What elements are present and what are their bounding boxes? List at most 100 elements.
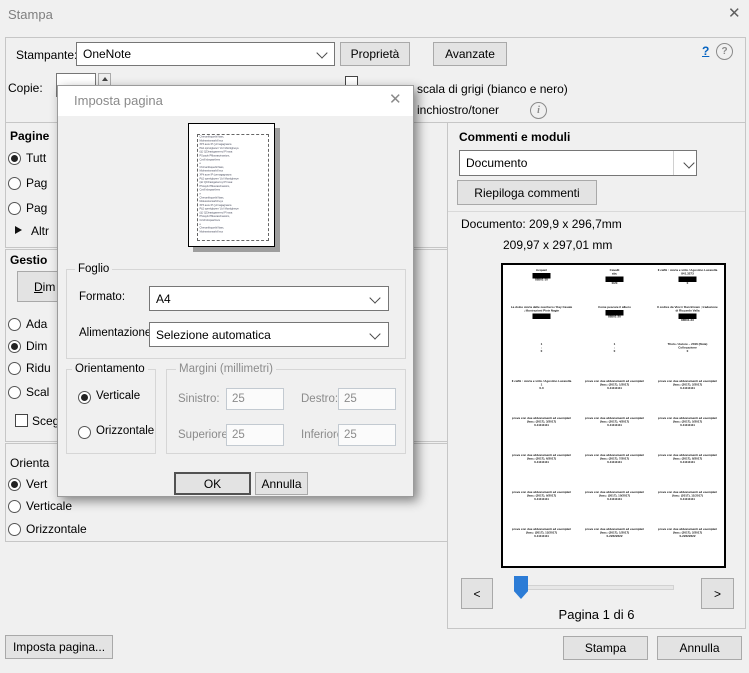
preview-cell: prova con due abbonamenti ed esemplari (… bbox=[505, 454, 578, 491]
close-icon[interactable]: ✕ bbox=[728, 6, 741, 21]
more-options-label: Altr bbox=[31, 224, 49, 238]
radio-shrink-label: Ridu bbox=[26, 361, 51, 375]
dialog-cancel-button[interactable]: Annulla bbox=[255, 472, 308, 495]
margin-left-label: Sinistro: bbox=[178, 393, 220, 405]
radio-portrait-label: Verticale bbox=[26, 499, 72, 513]
preview-cell: prova con due abbonamenti ed esemplari (… bbox=[578, 454, 651, 491]
expand-arrow-icon[interactable] bbox=[15, 226, 22, 234]
ok-button[interactable]: OK bbox=[174, 472, 251, 495]
dialog-radio-portrait[interactable] bbox=[78, 391, 91, 404]
format-label: Formato: bbox=[79, 291, 125, 303]
page-slider-track[interactable] bbox=[516, 585, 674, 590]
margins-group-label: Margini (millimetri) bbox=[176, 363, 276, 375]
page-setup-preview-text: Chrrsanfisquebil fiass,Moleswissrsarbil … bbox=[198, 135, 268, 234]
preview-cell: prova con due abbonamenti ed esemplari (… bbox=[505, 417, 578, 454]
radio-all-pages-label: Tutt bbox=[26, 151, 46, 165]
preview-cell: 1:0 bbox=[505, 343, 578, 380]
preview-cell: Il caffè : storia e virtù / Agostino Luc… bbox=[651, 269, 724, 306]
dialog-close-icon[interactable]: ✕ bbox=[389, 92, 402, 107]
info-icon[interactable]: i bbox=[530, 102, 547, 119]
printer-select-value: OneNote bbox=[83, 47, 131, 61]
ink-saver-label: inchiostro/toner bbox=[417, 103, 499, 117]
radio-current-page[interactable] bbox=[8, 177, 21, 190]
paper-source-select-value: Selezione automatica bbox=[156, 328, 271, 342]
next-page-button[interactable]: > bbox=[701, 578, 734, 609]
paper-source-label: Alimentazione: bbox=[79, 327, 154, 339]
panel-divider bbox=[448, 211, 745, 212]
comments-select-value: Documento bbox=[466, 156, 527, 170]
radio-actual-size-label: Dim bbox=[26, 339, 47, 353]
preview-panel: Commenti e moduli Documento Riepiloga co… bbox=[447, 122, 746, 629]
size-button-label-prefix: D bbox=[34, 280, 43, 294]
comments-header: Commenti e moduli bbox=[459, 130, 570, 144]
preview-cell: prova con due abbonamenti ed esemplari (… bbox=[651, 417, 724, 454]
radio-shrink[interactable] bbox=[8, 362, 21, 375]
help-link[interactable]: ? bbox=[702, 44, 709, 58]
dialog-orientation-group-label: Orientamento bbox=[72, 363, 148, 375]
printer-label: Stampante: bbox=[16, 48, 77, 62]
preview-cell: prova con due abbonamenti ed esemplari (… bbox=[505, 528, 578, 565]
dialog-orientation-group bbox=[66, 369, 156, 454]
preview-cell: Come pescare il albero88501-20 bbox=[578, 306, 651, 343]
preview-cell: prova con due abbonamenti ed esemplari (… bbox=[578, 491, 651, 528]
preview-cell: Il codice da Vinci / Dan Brown ; traduzi… bbox=[651, 306, 724, 343]
size-button[interactable]: Dim bbox=[17, 271, 57, 302]
preview-cell: prova con due abbonamenti ed esemplari (… bbox=[651, 380, 724, 417]
margin-top-label: Superiore: bbox=[178, 429, 231, 441]
dialog-radio-landscape-label: Orizzontale bbox=[96, 425, 154, 437]
document-size-label: Documento: 209,9 x 296,7mm bbox=[461, 217, 622, 231]
help-circle-icon[interactable]: ? bbox=[716, 43, 733, 60]
comments-select[interactable]: Documento bbox=[459, 150, 697, 176]
paper-source-select[interactable]: Selezione automatica bbox=[149, 322, 389, 347]
preview-cell: Il caffè : storia e virtù / Agostino Luc… bbox=[505, 380, 578, 417]
printer-select[interactable]: OneNote bbox=[76, 42, 335, 66]
dialog-radio-landscape[interactable] bbox=[78, 426, 91, 439]
preview-cell: 1:0 bbox=[578, 343, 651, 380]
radio-fit[interactable] bbox=[8, 318, 21, 331]
print-button[interactable]: Stampa bbox=[563, 636, 648, 660]
advanced-button[interactable]: Avanzate bbox=[433, 42, 507, 66]
summarize-comments-button[interactable]: Riepiloga commenti bbox=[457, 180, 597, 205]
page-preview: Acquari88501-10Cavalliabc0/20Il caffè : … bbox=[501, 263, 726, 568]
radio-custom-scale[interactable] bbox=[8, 386, 21, 399]
dialog-radio-portrait-label: Verticale bbox=[96, 390, 140, 402]
size-button-label-rest: im bbox=[43, 280, 56, 294]
preview-cell: Acquari88501-10 bbox=[505, 269, 578, 306]
preview-cell: prova con due abbonamenti ed esemplari (… bbox=[578, 417, 651, 454]
barcode bbox=[533, 314, 551, 320]
radio-auto-orientation-label: Vert bbox=[26, 477, 47, 491]
margin-right-label: Destro: bbox=[301, 393, 338, 405]
radio-landscape-label: Orizzontale bbox=[26, 522, 87, 536]
page-preview-content: Acquari88501-10Cavalliabc0/20Il caffè : … bbox=[505, 267, 724, 566]
orientation-header: Orienta bbox=[10, 456, 49, 470]
previous-page-button[interactable]: < bbox=[461, 578, 493, 609]
window-title: Stampa bbox=[8, 7, 53, 22]
page-slider-thumb[interactable] bbox=[514, 576, 528, 599]
page-setup-dialog: Imposta pagina ✕ Chrrsanfisquebil fiass,… bbox=[57, 85, 414, 497]
preview-cell: prova con due abbonamenti ed esemplari (… bbox=[578, 380, 651, 417]
page-setup-dialog-title: Imposta pagina bbox=[74, 93, 163, 108]
preview-cell: La dolce storia delle zucchero / Kay Cas… bbox=[505, 306, 578, 343]
margin-right-field: 25 bbox=[338, 388, 396, 410]
radio-fit-label: Ada bbox=[26, 317, 47, 331]
preview-cell: Titolo / Autore – 2016 (Nota)Collocazion… bbox=[651, 343, 724, 380]
radio-actual-size[interactable] bbox=[8, 340, 21, 353]
format-select[interactable]: A4 bbox=[149, 286, 389, 311]
print-window: { "window": { "title": "Stampa" }, "icon… bbox=[0, 0, 749, 673]
radio-auto-orientation[interactable] bbox=[8, 478, 21, 491]
radio-page-range[interactable] bbox=[8, 202, 21, 215]
properties-button[interactable]: Proprietà bbox=[340, 42, 410, 66]
radio-portrait[interactable] bbox=[8, 500, 21, 513]
radio-custom-scale-label: Scal bbox=[26, 385, 49, 399]
choose-paper-label: Sceg bbox=[32, 414, 59, 428]
page-setup-preview: Chrrsanfisquebil fiass,Moleswissrsarbil … bbox=[188, 123, 275, 247]
cancel-button[interactable]: Annulla bbox=[657, 636, 742, 660]
page-setup-preview-margins: Chrrsanfisquebil fiass,Moleswissrsarbil … bbox=[197, 134, 269, 241]
preview-cell: Cavalliabc0/20 bbox=[578, 269, 651, 306]
margin-bottom-field: 25 bbox=[338, 424, 396, 446]
choose-paper-checkbox[interactable] bbox=[15, 414, 28, 427]
copies-label: Copie: bbox=[8, 81, 43, 95]
radio-all-pages[interactable] bbox=[8, 152, 21, 165]
radio-landscape[interactable] bbox=[8, 523, 21, 536]
page-setup-button[interactable]: Imposta pagina... bbox=[5, 635, 113, 659]
